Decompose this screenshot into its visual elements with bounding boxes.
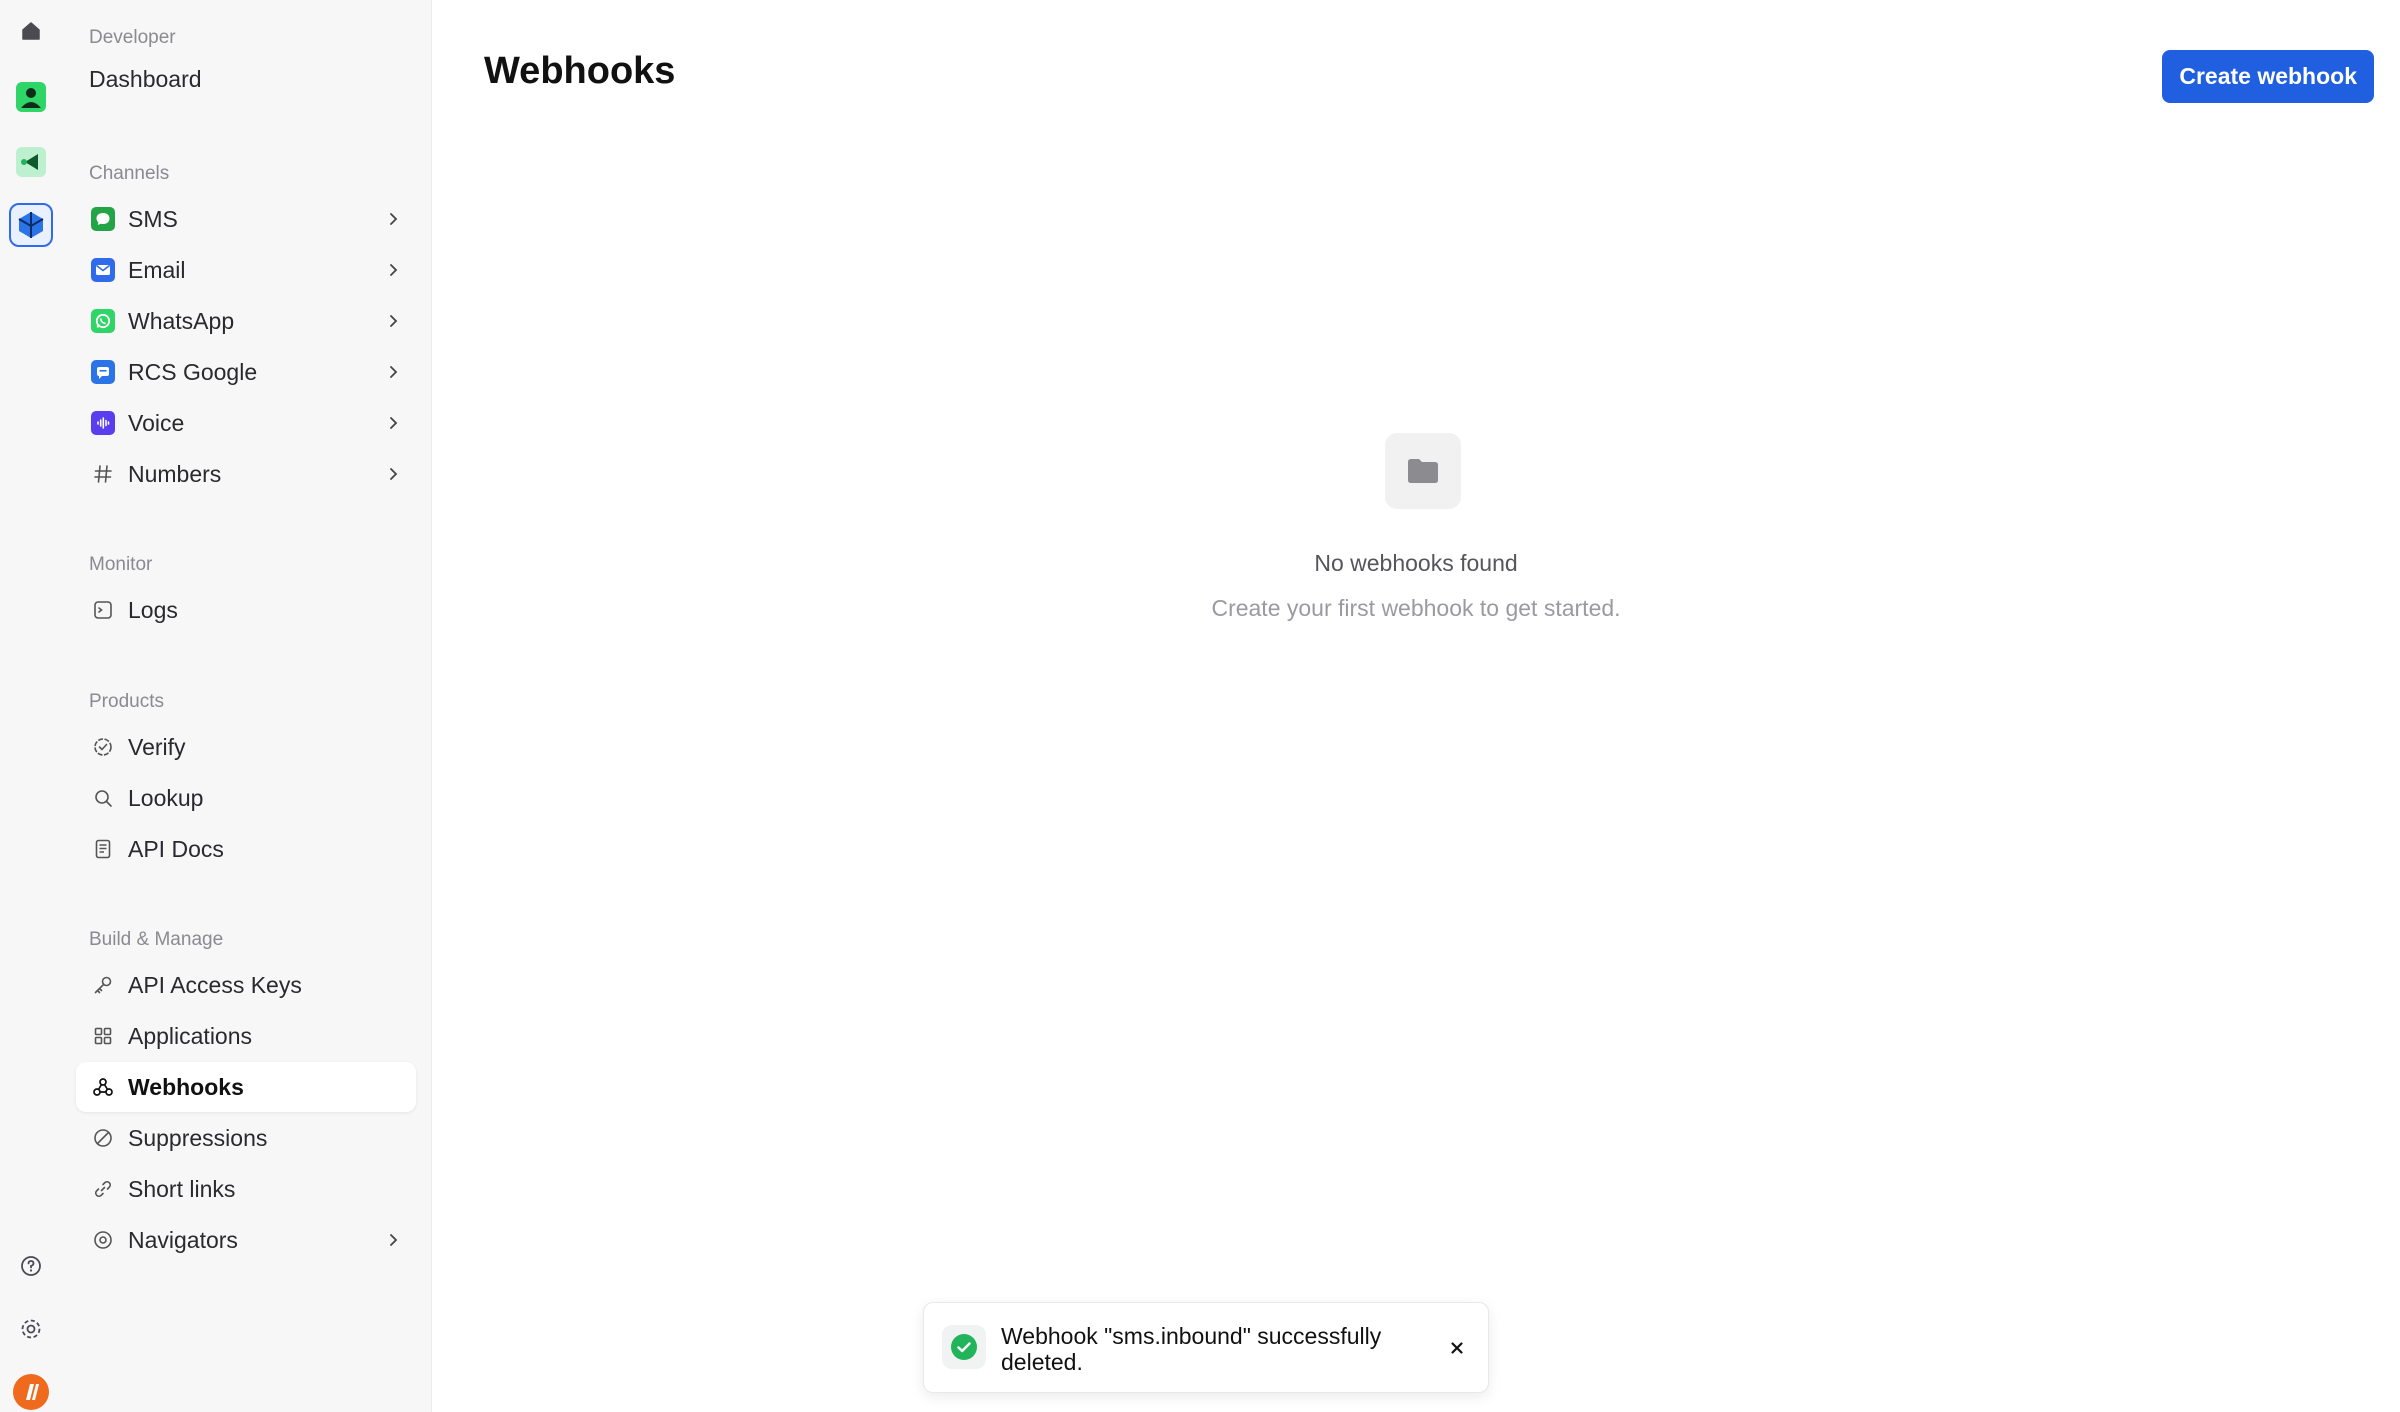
grid-icon [90, 1023, 116, 1049]
app: Developer Dashboard Channels SMS Email W… [0, 0, 2400, 1412]
sidebar-item-email[interactable]: Email [76, 245, 416, 295]
page-title: Webhooks [484, 50, 676, 92]
section-label-monitor: Monitor [89, 554, 153, 575]
sidebar-item-lookup[interactable]: Lookup [76, 773, 416, 823]
sidebar-item-label: Webhooks [128, 1073, 244, 1100]
chevron-right-icon [378, 204, 408, 234]
sidebar-item-label: SMS [128, 205, 178, 232]
terminal-icon [90, 597, 116, 623]
sidebar-item-label: Lookup [128, 784, 204, 811]
sidebar-item-label: Applications [128, 1022, 253, 1049]
sidebar-item-numbers[interactable]: Numbers [76, 449, 416, 499]
empty-state-title: No webhooks found [1314, 550, 1518, 576]
sidebar-item-api-docs[interactable]: API Docs [76, 824, 416, 874]
section-label-products: Products [89, 691, 164, 712]
sidebar-item-navigators[interactable]: Navigators [76, 1215, 416, 1265]
chevron-right-icon [378, 459, 408, 489]
sidebar-item-logs[interactable]: Logs [76, 585, 416, 635]
chevron-right-icon [378, 408, 408, 438]
sidebar-item-label: Voice [128, 409, 185, 436]
sidebar-item-label: Email [128, 256, 186, 283]
sidebar-item-label: Numbers [128, 460, 222, 487]
icon-rail [0, 0, 62, 1412]
sidebar-item-label: RCS Google [128, 358, 258, 385]
close-icon[interactable] [1440, 1331, 1474, 1365]
video-icon[interactable] [9, 140, 53, 184]
sidebar-item-suppressions[interactable]: Suppressions [76, 1113, 416, 1163]
sidebar-item-rcs-google[interactable]: RCS Google [76, 347, 416, 397]
toast-notification: Webhook "sms.inbound" successfully delet… [923, 1302, 1489, 1393]
document-icon [90, 836, 116, 862]
sidebar-item-label: Verify [128, 733, 186, 760]
user-avatar[interactable] [9, 1370, 53, 1412]
sidebar: Developer Dashboard Channels SMS Email W… [62, 0, 432, 1412]
section-label-channels: Channels [89, 163, 170, 184]
chevron-right-icon [378, 1225, 408, 1255]
sidebar-item-label: Navigators [128, 1226, 238, 1253]
badge-check-icon [90, 734, 116, 760]
check-circle-icon [942, 1325, 986, 1369]
sidebar-item-label: API Docs [128, 835, 224, 862]
contact-icon[interactable] [9, 75, 53, 119]
rcs-icon [90, 359, 116, 385]
main-content: Webhooks Create webhook No webhooks foun… [432, 0, 2400, 1412]
home-icon[interactable] [9, 9, 53, 53]
create-webhook-button[interactable]: Create webhook [2162, 50, 2374, 103]
search-icon [90, 785, 116, 811]
sidebar-item-webhooks[interactable]: Webhooks [76, 1062, 416, 1112]
link-icon [90, 1176, 116, 1202]
compass-icon [90, 1227, 116, 1253]
chevron-right-icon [378, 357, 408, 387]
help-icon[interactable] [9, 1244, 53, 1288]
sidebar-item-label: API Access Keys [128, 971, 302, 998]
sidebar-item-dashboard[interactable]: Dashboard [89, 66, 202, 93]
email-icon [90, 257, 116, 283]
sidebar-item-label: WhatsApp [128, 307, 235, 334]
sidebar-item-api-access-keys[interactable]: API Access Keys [76, 960, 416, 1010]
sms-icon [90, 206, 116, 232]
sidebar-item-verify[interactable]: Verify [76, 722, 416, 772]
sidebar-item-label: Suppressions [128, 1124, 268, 1151]
toast-message: Webhook "sms.inbound" successfully delet… [1001, 1323, 1382, 1375]
folder-icon [1385, 433, 1461, 509]
whatsapp-icon [90, 308, 116, 334]
section-label-build-manage: Build & Manage [89, 929, 224, 950]
hash-icon [90, 461, 116, 487]
ban-icon [90, 1125, 116, 1151]
sidebar-item-label: Logs [128, 596, 178, 623]
chevron-right-icon [378, 306, 408, 336]
sidebar-item-voice[interactable]: Voice [76, 398, 416, 448]
webhook-icon [90, 1074, 116, 1100]
chevron-right-icon [378, 255, 408, 285]
cube-icon[interactable] [9, 203, 53, 247]
voice-icon [90, 410, 116, 436]
sidebar-item-sms[interactable]: SMS [76, 194, 416, 244]
settings-icon[interactable] [9, 1307, 53, 1351]
sidebar-item-whatsapp[interactable]: WhatsApp [76, 296, 416, 346]
empty-state-subtitle: Create your first webhook to get started… [1211, 595, 1621, 621]
section-label-developer: Developer [89, 27, 176, 48]
sidebar-item-label: Short links [128, 1175, 236, 1202]
sidebar-item-short-links[interactable]: Short links [76, 1164, 416, 1214]
sidebar-item-applications[interactable]: Applications [76, 1011, 416, 1061]
key-icon [90, 972, 116, 998]
